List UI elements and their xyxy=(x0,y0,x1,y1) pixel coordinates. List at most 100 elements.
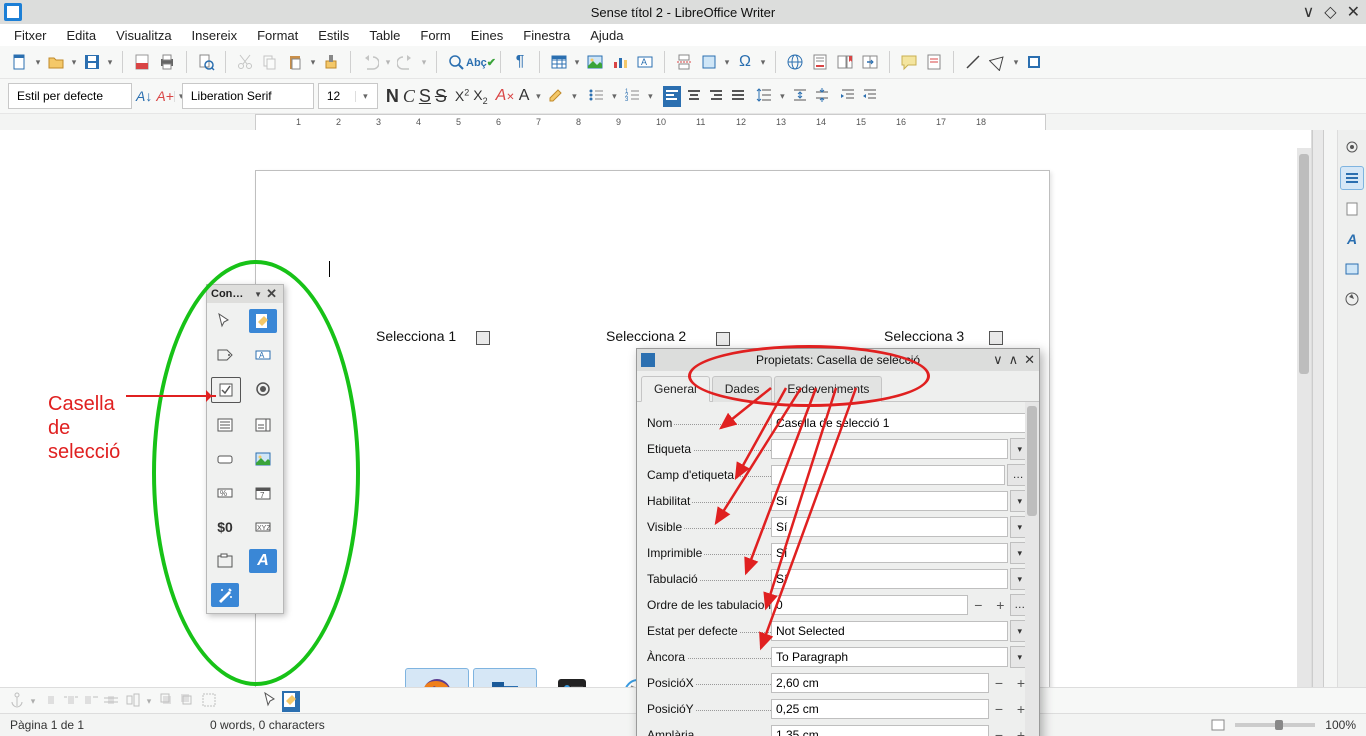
form-toolbar-header[interactable]: Con… ▼ ✕ xyxy=(207,285,283,303)
pattern-field-button[interactable]: XYZ xyxy=(249,515,277,539)
align-obj-button[interactable] xyxy=(124,691,142,712)
prop-enabled-input[interactable] xyxy=(771,491,1008,511)
prop-anchor-input[interactable] xyxy=(771,647,1008,667)
strike-button[interactable]: S xyxy=(435,86,447,107)
paste-button[interactable] xyxy=(283,50,307,74)
design-mode-button[interactable] xyxy=(249,309,277,333)
prop-tabstop-input[interactable] xyxy=(771,569,1008,589)
align-right-button[interactable] xyxy=(707,86,725,107)
new-button[interactable] xyxy=(8,50,32,74)
clear-fmt-button[interactable]: A✕ xyxy=(496,87,515,105)
find-button[interactable] xyxy=(444,50,468,74)
insert-field-button[interactable] xyxy=(697,50,721,74)
shapes-dropdown[interactable]: ▾ xyxy=(1011,57,1021,68)
indent-inc-button[interactable] xyxy=(839,86,857,107)
copy-button[interactable] xyxy=(258,50,282,74)
print-button[interactable] xyxy=(155,50,179,74)
menu-format[interactable]: Format xyxy=(247,26,308,45)
anchor-button[interactable] xyxy=(8,691,26,712)
anchor-dropdown[interactable]: ▾ xyxy=(28,696,38,707)
paste-dropdown[interactable]: ▾ xyxy=(308,57,318,68)
menu-window[interactable]: Finestra xyxy=(513,26,580,45)
combobox-button[interactable] xyxy=(249,413,277,437)
date-field-button[interactable]: 7 xyxy=(249,481,277,505)
align-center-button[interactable] xyxy=(685,86,703,107)
send-back-button[interactable] xyxy=(178,691,196,712)
prop-posy-input[interactable] xyxy=(771,699,989,719)
image-button[interactable] xyxy=(249,447,277,471)
sidebar-collapse[interactable] xyxy=(1312,130,1324,694)
bring-front-button[interactable] xyxy=(158,691,176,712)
menu-styles[interactable]: Estils xyxy=(308,26,359,45)
wrap-none-button[interactable] xyxy=(42,691,60,712)
align-justify-button[interactable] xyxy=(729,86,747,107)
fontcolor-dropdown[interactable]: ▾ xyxy=(533,91,543,102)
indent-dec-button[interactable] xyxy=(861,86,879,107)
prop-name-input[interactable] xyxy=(771,413,1029,433)
dialog-scrollbar[interactable] xyxy=(1025,402,1039,736)
label-button[interactable] xyxy=(211,343,239,367)
save-button[interactable] xyxy=(80,50,104,74)
save-dropdown[interactable]: ▾ xyxy=(105,57,115,68)
chevron-down-icon[interactable]: ▼ xyxy=(252,290,264,299)
table-dropdown[interactable]: ▾ xyxy=(572,57,582,68)
push-button[interactable] xyxy=(211,447,239,471)
status-view-icon[interactable] xyxy=(1211,718,1225,732)
formatted-field-button[interactable]: % xyxy=(211,481,239,505)
borders-button[interactable] xyxy=(200,691,218,712)
close-icon[interactable]: ✕ xyxy=(264,286,279,302)
checkbox-3[interactable] xyxy=(989,331,1003,345)
menu-file[interactable]: Fitxer xyxy=(4,26,57,45)
cut-button[interactable] xyxy=(233,50,257,74)
menu-insert[interactable]: Insereix xyxy=(182,26,248,45)
prop-taborder-input[interactable] xyxy=(771,595,968,615)
menu-tools[interactable]: Eines xyxy=(461,26,514,45)
insert-table-button[interactable] xyxy=(547,50,571,74)
document-scrollbar[interactable] xyxy=(1297,148,1311,694)
font-size-combo[interactable]: ▾ xyxy=(318,83,378,109)
underline-button[interactable]: S xyxy=(419,86,431,107)
wizards-button[interactable] xyxy=(211,583,239,607)
chevron-down-icon[interactable]: ▾ xyxy=(355,91,371,102)
page-break-button[interactable] xyxy=(672,50,696,74)
insert-textbox-button[interactable]: A xyxy=(633,50,657,74)
line-button[interactable] xyxy=(961,50,985,74)
open-dropdown[interactable]: ▾ xyxy=(69,57,79,68)
special-char-button[interactable]: Ω xyxy=(733,50,757,74)
maximize-icon[interactable]: ◇ xyxy=(1324,2,1336,22)
numbering-button[interactable]: 123 xyxy=(623,86,641,107)
new-dropdown[interactable]: ▾ xyxy=(33,57,43,68)
spellcheck-button[interactable]: Abç✔ xyxy=(469,50,493,74)
spin-down[interactable]: − xyxy=(991,673,1007,693)
bold-button[interactable]: N xyxy=(386,86,399,107)
spin-down[interactable]: − xyxy=(970,595,986,615)
field-dropdown[interactable]: ▾ xyxy=(722,57,732,68)
dialog-header[interactable]: Propietats: Casella de selecció ∨ ∧ ✕ xyxy=(637,349,1039,371)
bullets-dropdown[interactable]: ▾ xyxy=(609,91,619,102)
sidebar-styles-icon[interactable]: A xyxy=(1341,228,1363,250)
minimize-icon[interactable]: ∨ xyxy=(993,352,1003,368)
minimize-icon[interactable]: ∨ xyxy=(1303,2,1315,22)
hyperlink-button[interactable] xyxy=(783,50,807,74)
textbox-button[interactable]: A xyxy=(249,343,277,367)
close-icon[interactable]: ✕ xyxy=(1347,2,1360,22)
para-style-combo[interactable]: ▾ xyxy=(8,83,132,109)
bullets-button[interactable] xyxy=(587,86,605,107)
sidebar-page-icon[interactable] xyxy=(1341,198,1363,220)
select-tool2-button[interactable] xyxy=(262,691,280,712)
status-zoom[interactable]: 100% xyxy=(1325,718,1356,732)
highlight-button[interactable] xyxy=(547,86,565,107)
sidebar-navigator-icon[interactable] xyxy=(1341,288,1363,310)
export-pdf-button[interactable] xyxy=(130,50,154,74)
font-name-combo[interactable]: ▾ xyxy=(182,83,314,109)
numbering-dropdown[interactable]: ▾ xyxy=(645,91,655,102)
sidebar-gallery-icon[interactable] xyxy=(1341,258,1363,280)
italic-button[interactable]: C xyxy=(403,86,415,107)
track-changes-button[interactable] xyxy=(922,50,946,74)
spin-up[interactable]: + xyxy=(992,595,1008,615)
group-box-button[interactable] xyxy=(211,549,239,573)
font-color-button[interactable]: A xyxy=(519,87,530,105)
radio-button[interactable] xyxy=(249,377,277,401)
currency-field-button[interactable]: $0 xyxy=(211,515,239,539)
subscript-button[interactable]: X2 xyxy=(473,87,487,106)
